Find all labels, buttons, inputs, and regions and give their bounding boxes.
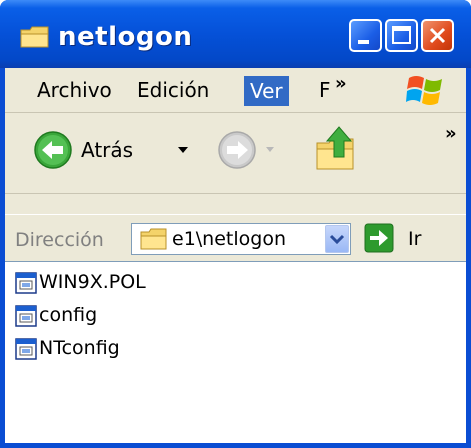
address-input[interactable]: e1\netlogon xyxy=(172,228,286,250)
minimize-button[interactable] xyxy=(349,19,382,52)
back-arrow-icon[interactable] xyxy=(33,130,73,170)
forward-dropdown-icon xyxy=(266,147,274,152)
file-icon xyxy=(15,272,37,294)
maximize-icon xyxy=(392,26,411,44)
minimize-icon xyxy=(358,40,369,44)
address-combobox[interactable]: e1\netlogon xyxy=(131,223,351,255)
file-name: WIN9X.POL xyxy=(39,271,146,293)
standard-toolbar: Atrás » xyxy=(5,113,466,194)
window-bottom-border xyxy=(0,443,471,448)
menu-favoritos[interactable]: F xyxy=(319,78,331,102)
folder-icon xyxy=(140,228,167,250)
chevron-down-icon xyxy=(329,234,345,245)
file-list: WIN9X.POL config NTconfig xyxy=(5,261,466,444)
client-area: Archivo Edición Ver F » Atrás » Direcció… xyxy=(5,68,466,444)
menu-bar: Archivo Edición Ver F » xyxy=(5,68,466,113)
address-bar: Dirección e1\netlogon Ir xyxy=(5,214,466,261)
explorer-window: netlogon Archivo Edición Ver F » Atrás »… xyxy=(0,0,471,448)
menu-overflow-chevron[interactable]: » xyxy=(335,73,347,94)
forward-arrow-icon[interactable] xyxy=(217,130,257,170)
menu-edicion[interactable]: Edición xyxy=(137,78,209,102)
go-button-label[interactable]: Ir xyxy=(408,228,421,250)
address-label: Dirección xyxy=(15,229,104,251)
maximize-button[interactable] xyxy=(385,19,418,52)
title-bar[interactable]: netlogon xyxy=(0,0,471,68)
windows-logo-icon xyxy=(406,76,442,105)
file-name: NTconfig xyxy=(39,337,120,359)
folder-icon xyxy=(20,26,49,48)
file-icon xyxy=(15,305,37,327)
window-title: netlogon xyxy=(58,22,193,52)
go-arrow-icon[interactable] xyxy=(364,223,394,253)
close-icon xyxy=(429,27,446,44)
address-dropdown-button[interactable] xyxy=(325,225,349,253)
menu-ver[interactable]: Ver xyxy=(244,76,289,106)
back-button-label[interactable]: Atrás xyxy=(81,138,133,162)
file-name: config xyxy=(39,304,98,326)
file-icon xyxy=(15,338,37,360)
toolbar-overflow-chevron[interactable]: » xyxy=(445,123,457,144)
menu-archivo[interactable]: Archivo xyxy=(37,78,112,102)
back-dropdown-icon[interactable] xyxy=(177,145,189,155)
close-button[interactable] xyxy=(421,19,454,52)
up-folder-icon[interactable] xyxy=(315,125,357,171)
